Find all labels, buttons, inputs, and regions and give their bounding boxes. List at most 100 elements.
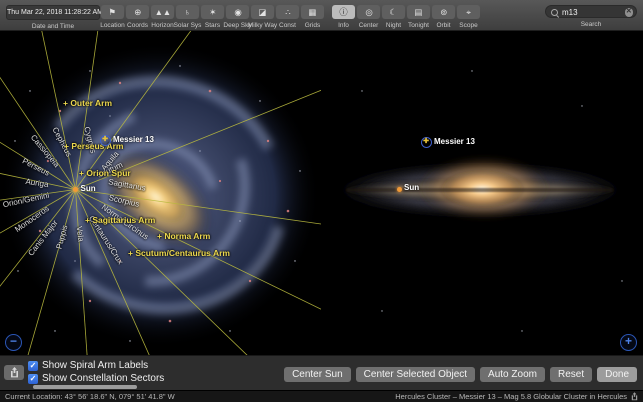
grid-icon: ▦ <box>309 6 317 19</box>
toolbar-button-label: Center <box>359 22 379 29</box>
info-icon: ⓘ <box>339 6 347 19</box>
galaxy-face-on-panel[interactable]: CygnusCepheusCassiopeiaPerseusAurigaOrio… <box>0 31 321 390</box>
selected-object-marker[interactable] <box>421 137 432 148</box>
horizontal-scrollbar-thumb[interactable] <box>33 385 137 389</box>
checkbox-label: Show Spiral Arm Labels <box>42 360 148 371</box>
toolbar-item-tonight: ▤Tonight <box>406 0 431 29</box>
search-icon <box>551 9 558 16</box>
search-value: m13 <box>562 8 578 17</box>
toolbar-button-orbit[interactable]: ⊚ <box>432 5 455 19</box>
sun-label: Sun <box>404 183 419 192</box>
toolbar-button-scope[interactable]: ⌖ <box>457 5 480 19</box>
stars-icon: ✶ <box>209 6 216 19</box>
selected-object-marker[interactable] <box>100 135 111 146</box>
map-pin-icon: ⚑ <box>109 6 116 19</box>
spiral-arm-label-orion-spur: + Orion Spur <box>79 168 131 178</box>
messier-13-label: Messier 13 <box>434 137 475 146</box>
search-control: m13 ✕ Search <box>545 0 637 28</box>
toolbar-button-label: Location <box>100 22 125 29</box>
toolbar-item-solar-sys: ♄ Solar Sys <box>175 0 200 29</box>
edge-on-galaxy-image <box>322 31 643 390</box>
center-selected-object-button[interactable]: Center Selected Object <box>356 367 475 382</box>
toolbar-button-label: Info <box>338 22 349 29</box>
toolbar-item-deep-sky: ◉Deep Sky <box>225 0 250 29</box>
checkbox-show-spiral-arm-labels[interactable]: ✓ <box>28 361 38 371</box>
calendar-icon: ▤ <box>415 6 423 19</box>
sun-marker[interactable] <box>397 187 402 192</box>
search-input[interactable]: m13 ✕ <box>545 5 637 18</box>
toolbar-item-const: ∴ Const <box>275 0 300 29</box>
toolbar: Thu Mar 22, 2018 11:28:22 AM Date and Ti… <box>0 0 643 31</box>
date-time-value[interactable]: Thu Mar 22, 2018 11:28:22 AM <box>6 5 100 20</box>
toolbar-button-label: Scope <box>459 22 477 29</box>
toolbar-button-info[interactable]: ⓘ <box>332 5 355 19</box>
toolbar-item-scope: ⌖ Scope <box>456 0 481 29</box>
share-icon <box>10 367 19 378</box>
toolbar-button-milky-way[interactable]: ◪ <box>251 5 274 19</box>
toolbar-button-const[interactable]: ∴ <box>276 5 299 19</box>
toolbar-button-label: Milky Way <box>248 22 277 29</box>
toolbar-button-label: Coords <box>127 22 148 29</box>
date-time-control[interactable]: Thu Mar 22, 2018 11:28:22 AM Date and Ti… <box>6 0 100 30</box>
action-button-row: Center Sun Center Selected Object Auto Zoo… <box>284 367 637 382</box>
share-settings-button[interactable] <box>4 365 24 380</box>
checkbox-row: ✓ Show Spiral Arm Labels <box>28 360 148 371</box>
reset-button[interactable]: Reset <box>550 367 592 382</box>
bottom-bar: ✓ Show Spiral Arm Labels ✓Show Constellati… <box>0 355 643 391</box>
milky-way-band-icon: ◪ <box>259 6 267 19</box>
toolbar-button-label: Orbit <box>436 22 450 29</box>
zoom-in-button[interactable]: + <box>620 334 637 351</box>
toolbar-button-label: Grids <box>305 22 321 29</box>
toolbar-item-orbit: ⊚ Orbit <box>431 0 456 29</box>
toolbar-button-label: Const <box>279 22 296 29</box>
toolbar-item-location: ⚑ Location <box>100 0 125 29</box>
galaxy-view: CygnusCepheusCassiopeiaPerseusAurigaOrio… <box>0 31 643 390</box>
search-label: Search <box>581 21 602 28</box>
toolbar-item-night: ☾Night <box>381 0 406 29</box>
zoom-out-button[interactable]: − <box>5 334 22 351</box>
toolbar-left-group: ⚑ Location⊕ Coords▲▲ Horizon ♄ Solar Sys ✶ Star… <box>100 0 325 29</box>
selected-object-text: Hercules Cluster – Messier 13 – Mag 5.8 … <box>395 392 627 401</box>
toolbar-button-label: Horizon <box>151 22 173 29</box>
toolbar-button-tonight[interactable]: ▤ <box>407 5 430 19</box>
checkbox-row: ✓Show Constellation Sectors <box>28 373 164 384</box>
sun-label: Sun <box>81 184 96 193</box>
checkbox-show-constellation-sectors[interactable]: ✓ <box>28 374 38 384</box>
moon-stars-icon: ☾ <box>390 6 397 19</box>
center-sun-button[interactable]: Center Sun <box>284 367 351 382</box>
spiral-arm-label-scutum-centaurus-arm: + Scutum/Centaurus Arm <box>128 248 230 258</box>
spiral-arm-label-outer-arm: + Outer Arm <box>63 98 112 108</box>
galaxy-icon: ◉ <box>234 6 241 19</box>
date-time-label: Date and Time <box>32 23 74 30</box>
toolbar-item-info: ⓘ Info <box>331 0 356 29</box>
clear-search-icon[interactable]: ✕ <box>625 8 634 17</box>
toolbar-button-night[interactable]: ☾ <box>382 5 405 19</box>
toolbar-button-horizon[interactable]: ▲▲ <box>151 5 174 19</box>
toolbar-button-deep-sky[interactable]: ◉ <box>226 5 249 19</box>
toolbar-item-stars: ✶ Stars <box>200 0 225 29</box>
toolbar-button-solar-sys[interactable]: ♄ <box>176 5 199 19</box>
toolbar-item-center: ◎ Center <box>356 0 381 29</box>
auto-zoom-button[interactable]: Auto Zoom <box>480 367 545 382</box>
constellation-icon: ∴ <box>285 6 290 19</box>
app-window: Thu Mar 22, 2018 11:28:22 AM Date and Ti… <box>0 0 643 402</box>
telescope-icon: ⌖ <box>466 6 471 19</box>
done-button[interactable]: Done <box>597 367 637 382</box>
orbit-icon: ⊚ <box>440 6 447 19</box>
spiral-arm-label-norma-arm: + Norma Arm <box>157 231 210 241</box>
galaxy-edge-on-panel[interactable]: Messier 13 Sun + <box>322 31 643 390</box>
toolbar-button-stars[interactable]: ✶ <box>201 5 224 19</box>
toolbar-button-grids[interactable]: ▦ <box>301 5 324 19</box>
sun-marker[interactable] <box>73 187 78 192</box>
toolbar-item-milky-way: ◪ Milky Way <box>250 0 275 29</box>
toolbar-button-coords[interactable]: ⊕ <box>126 5 149 19</box>
toolbar-right-group: ⓘ Info ◎ Center☾Night▤Tonight ⊚ Orbit ⌖ Scope <box>331 0 481 29</box>
target-circle-icon: ◎ <box>365 6 372 19</box>
ringed-planet-icon: ♄ <box>184 6 190 19</box>
toolbar-button-label: Solar Sys <box>174 22 202 29</box>
toolbar-button-label: Stars <box>205 22 220 29</box>
share-icon[interactable] <box>631 392 638 401</box>
toolbar-button-center[interactable]: ◎ <box>357 5 380 19</box>
toolbar-button-location[interactable]: ⚑ <box>101 5 124 19</box>
spiral-arm-label-sagittarius-arm: + Sagittarius Arm <box>85 215 155 225</box>
